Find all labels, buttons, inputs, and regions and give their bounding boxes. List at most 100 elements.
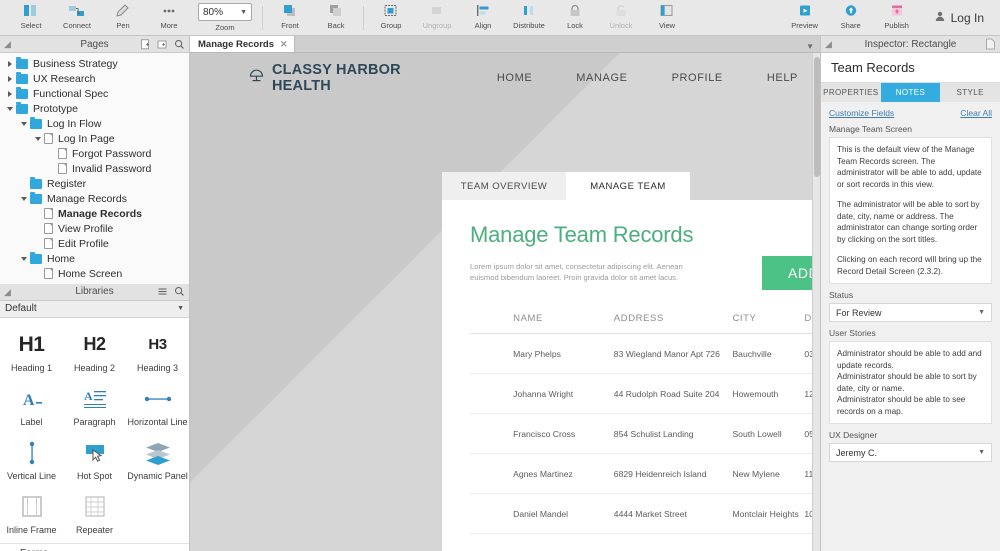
inspector-tab-style[interactable]: STYLE bbox=[940, 83, 1000, 102]
prototype-tab-manage-team[interactable]: MANAGE TEAM bbox=[566, 172, 690, 200]
search-icon[interactable] bbox=[174, 39, 185, 50]
page-icon[interactable] bbox=[985, 38, 996, 50]
column-header-name[interactable]: NAME bbox=[513, 313, 614, 324]
prototype-nav[interactable]: HOME MANAGE PROFILE HELP bbox=[475, 72, 820, 84]
prototype-tab-team-overview[interactable]: TEAM OVERVIEW bbox=[442, 172, 566, 200]
canvas-scrollbar[interactable] bbox=[812, 53, 820, 551]
library-widget-heading-3[interactable]: H3 Heading 3 bbox=[126, 324, 189, 378]
pages-tree[interactable]: Business Strategy UX Research Functional S… bbox=[0, 53, 189, 284]
tree-item-edit-profile[interactable]: Edit Profile bbox=[0, 236, 189, 251]
tree-twisty-right-icon[interactable] bbox=[4, 75, 16, 82]
tree-twisty-down-icon[interactable] bbox=[32, 136, 44, 141]
tree-item-log-in-page[interactable]: Log In Page bbox=[0, 131, 189, 146]
collapse-icon-3[interactable]: ◢ bbox=[825, 39, 832, 50]
send-back-button[interactable]: Back bbox=[313, 1, 359, 35]
library-widget-dynamic-panel[interactable]: Dynamic Panel bbox=[126, 432, 189, 486]
bring-front-button[interactable]: Front bbox=[267, 1, 313, 35]
clear-all-link[interactable]: Clear All bbox=[960, 108, 992, 118]
status-dropdown[interactable]: For Review ▼ bbox=[829, 303, 992, 322]
library-widget-inline-frame[interactable]: Inline Frame bbox=[0, 486, 63, 540]
select-tool-button[interactable]: Select bbox=[8, 1, 54, 35]
view-button[interactable]: View bbox=[644, 1, 690, 35]
inspector-tab-notes[interactable]: NOTES bbox=[880, 83, 941, 102]
library-widget-paragraph[interactable]: A Paragraph bbox=[63, 378, 126, 432]
library-widget-horizontal-line[interactable]: Horizontal Line bbox=[126, 378, 189, 432]
table-row[interactable]: Johanna Wright 44 Rudolph Road Suite 204 H… bbox=[470, 374, 820, 414]
table-row[interactable]: Francisco Cross 854 Schulist Landing South… bbox=[470, 414, 820, 454]
add-page-icon[interactable] bbox=[140, 38, 151, 50]
tree-item-invalid-password[interactable]: Invalid Password bbox=[0, 161, 189, 176]
tree-item-home[interactable]: Home bbox=[0, 251, 189, 266]
prototype-tabs[interactable]: TEAM OVERVIEW MANAGE TEAM bbox=[442, 172, 820, 200]
group-button[interactable]: Group bbox=[368, 1, 414, 35]
tree-item-log-in-flow[interactable]: Log In Flow bbox=[0, 116, 189, 131]
tree-twisty-down-icon[interactable] bbox=[18, 121, 30, 126]
add-folder-icon[interactable] bbox=[157, 39, 168, 50]
distribute-button[interactable]: Distribute bbox=[506, 1, 552, 35]
nav-link-help[interactable]: HELP bbox=[745, 72, 820, 84]
chevron-down-icon-3[interactable]: ▼ bbox=[806, 42, 814, 51]
tree-item-manage-records[interactable]: Manage Records bbox=[0, 191, 189, 206]
more-tools-button[interactable]: More bbox=[146, 1, 192, 35]
publish-button[interactable]: Publish bbox=[874, 1, 920, 35]
library-widget-label[interactable]: A Label bbox=[0, 378, 63, 432]
search-icon-2[interactable] bbox=[174, 286, 185, 297]
canvas-tab-manage-records[interactable]: Manage Records ✕ bbox=[190, 36, 295, 52]
user-stories-textarea[interactable]: Administrator should be able to add and … bbox=[829, 341, 992, 424]
column-header-city[interactable]: CITY bbox=[732, 313, 804, 324]
ux-designer-dropdown[interactable]: Jeremy C. ▼ bbox=[829, 443, 992, 462]
inspector-tab-properties[interactable]: PROPERTIES bbox=[821, 83, 881, 102]
align-button[interactable]: Align bbox=[460, 1, 506, 35]
table-row[interactable]: Agnes Martinez 6829 Heidenreich Island New… bbox=[470, 454, 820, 494]
table-row[interactable]: Michael Casarez3477 Jadewood FarmsNorth … bbox=[470, 534, 820, 551]
unlock-button[interactable]: Unlock bbox=[598, 1, 644, 35]
nav-link-manage[interactable]: MANAGE bbox=[554, 72, 649, 84]
library-widget-hot-spot[interactable]: Hot Spot bbox=[63, 432, 126, 486]
libraries-grid[interactable]: H1 Heading 1 H2 Heading 2 H3 Heading 3 A Label A… bbox=[0, 317, 189, 551]
tree-twisty-right-icon[interactable] bbox=[4, 60, 16, 67]
library-widget-vertical-line[interactable]: Vertical Line bbox=[0, 432, 63, 486]
tree-item-functional-spec[interactable]: Functional Spec bbox=[0, 86, 189, 101]
library-widget-heading-1[interactable]: H1 Heading 1 bbox=[0, 324, 63, 378]
tree-item-ux-research[interactable]: UX Research bbox=[0, 71, 189, 86]
collapse-icon[interactable]: ◢ bbox=[4, 39, 11, 50]
collapse-icon-2[interactable]: ◢ bbox=[4, 287, 11, 298]
inspector-tabs[interactable]: PROPERTIES NOTES STYLE bbox=[821, 83, 1000, 102]
zoom-control[interactable]: 80% ▼ Zoom bbox=[198, 3, 252, 32]
nav-link-home[interactable]: HOME bbox=[475, 72, 554, 84]
library-widget-repeater[interactable]: Repeater bbox=[63, 486, 126, 540]
column-header-address[interactable]: ADDRESS bbox=[614, 313, 733, 324]
canvas-scrollbar-thumb[interactable] bbox=[814, 57, 820, 177]
preview-button[interactable]: Preview bbox=[782, 1, 828, 35]
login-button[interactable]: Log In bbox=[934, 10, 984, 25]
tree-twisty-down-icon[interactable] bbox=[18, 196, 30, 201]
triangle-icon bbox=[7, 106, 13, 111]
share-button[interactable]: Share bbox=[828, 1, 874, 35]
forms-section-header[interactable]: ▼Forms bbox=[0, 542, 189, 551]
table-row[interactable]: Daniel Mandel 4444 Market Street Montclair… bbox=[470, 494, 820, 534]
tree-item-forgot-password[interactable]: Forgot Password bbox=[0, 146, 189, 161]
library-selector[interactable]: Default ▼ bbox=[0, 300, 189, 318]
tree-item-home-screen[interactable]: Home Screen bbox=[0, 266, 189, 281]
connect-tool-button[interactable]: Connect bbox=[54, 1, 100, 35]
table-row[interactable]: Mary Phelps 83 Wiegland Manor Apt 726 Bauc… bbox=[470, 334, 820, 374]
tree-item-view-profile[interactable]: View Profile bbox=[0, 221, 189, 236]
menu-icon[interactable] bbox=[157, 286, 168, 297]
zoom-select[interactable]: 80% ▼ bbox=[198, 3, 252, 21]
close-icon[interactable]: ✕ bbox=[280, 39, 288, 50]
library-widget-heading-2[interactable]: H2 Heading 2 bbox=[63, 324, 126, 378]
tree-item-business-strategy[interactable]: Business Strategy bbox=[0, 56, 189, 71]
tree-twisty-down-icon[interactable] bbox=[18, 256, 30, 261]
nav-link-profile[interactable]: PROFILE bbox=[650, 72, 745, 84]
tree-item-register[interactable]: Register bbox=[0, 176, 189, 191]
customize-fields-link[interactable]: Customize Fields bbox=[829, 108, 894, 118]
ungroup-button[interactable]: Ungroup bbox=[414, 1, 460, 35]
tree-twisty-right-icon[interactable] bbox=[4, 90, 16, 97]
tree-item-manage-records[interactable]: Manage Records bbox=[0, 206, 189, 221]
design-canvas[interactable]: CLASSY HARBOR HEALTH HOME MANAGE PROFILE HE… bbox=[190, 53, 820, 551]
lock-button[interactable]: Lock bbox=[552, 1, 598, 35]
tree-twisty-down-icon[interactable] bbox=[4, 106, 16, 111]
pen-tool-button[interactable]: Pen bbox=[100, 1, 146, 35]
note-textarea[interactable]: This is the default view of the Manage T… bbox=[829, 137, 992, 284]
tree-item-prototype[interactable]: Prototype bbox=[0, 101, 189, 116]
